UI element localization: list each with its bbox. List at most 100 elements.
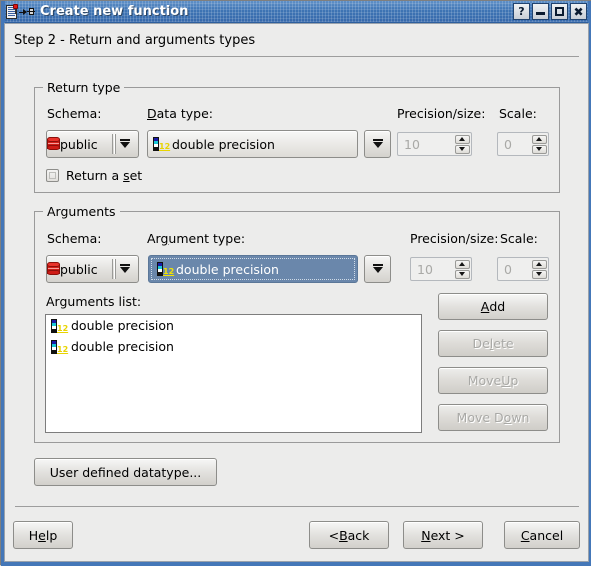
next-button[interactable]: Next > (403, 521, 483, 549)
caret-up-icon (536, 262, 542, 266)
argument-scale-down-button[interactable] (531, 269, 547, 279)
caret-down-icon (536, 147, 542, 151)
move-up-label-post: p (510, 373, 519, 388)
argument-schema-dropdown-arrow[interactable] (112, 256, 138, 282)
back-button[interactable]: < Back (309, 521, 389, 549)
delete-button-label-pre: De (472, 336, 490, 351)
next-label-rest: ext > (430, 527, 465, 543)
chevron-down-icon (119, 263, 131, 275)
argument-precision-spinner[interactable]: 10 (410, 257, 472, 281)
return-schema-dropdown-arrow[interactable] (112, 131, 138, 157)
return-schema-label: Schema: (47, 106, 102, 121)
argument-type-label-post: ument type: (168, 231, 246, 246)
chevron-down-icon (372, 263, 384, 275)
next-mnemonic-n: N (421, 527, 431, 543)
add-button[interactable]: Add (438, 293, 548, 320)
arguments-list-label: Arguments list: (46, 294, 142, 309)
add-button-label: dd (489, 299, 506, 314)
argument-scale-up-button[interactable] (531, 259, 547, 269)
footer-divider (15, 506, 579, 507)
return-datatype-combo[interactable]: 12 double precision (147, 130, 358, 158)
title-bar[interactable]: Create new function ? ✖ (1, 1, 591, 23)
move-up-mnemonic: U (501, 373, 511, 388)
return-precision-down-button[interactable] (454, 144, 470, 154)
list-item[interactable]: 12 double precision (46, 315, 421, 336)
return-precision-up-button[interactable] (454, 134, 470, 144)
return-a-set-checkbox[interactable] (46, 169, 59, 182)
list-item-label: double precision (71, 339, 174, 354)
argument-schema-value: public (60, 261, 98, 277)
cancel-label-post: ancel (529, 527, 564, 543)
help-mnemonic: e (38, 527, 46, 543)
datatype-icon: 12 (157, 262, 174, 276)
argument-type-value: double precision (176, 261, 279, 277)
argument-precision-value: 10 (417, 261, 433, 277)
cancel-mnemonic: C (520, 527, 530, 543)
database-icon (47, 262, 60, 276)
argument-precision-stepper[interactable] (453, 258, 471, 280)
window-controls: ? ✖ (513, 3, 587, 20)
add-button-mnemonic: A (480, 299, 490, 314)
back-label-pre: < (328, 527, 340, 543)
return-precision-spinner[interactable]: 10 (397, 132, 472, 156)
help-button[interactable]: He lp (13, 521, 73, 549)
create-new-function-dialog: Create new function ? ✖ Step 2 - Return … (0, 0, 591, 566)
back-label-post: ack (347, 527, 370, 543)
return-scale-value: 0 (504, 136, 512, 152)
argument-schema-combo[interactable]: public (46, 255, 139, 283)
return-scale-up-button[interactable] (531, 134, 547, 144)
arguments-group-label: Arguments (43, 204, 120, 219)
return-datatype-dropdown-button[interactable] (364, 130, 391, 158)
list-item[interactable]: 12 double precision (46, 336, 421, 357)
header-divider (15, 56, 579, 57)
help-window-button[interactable]: ? (513, 3, 530, 20)
database-icon (47, 137, 60, 151)
return-scale-down-button[interactable] (531, 144, 547, 154)
argument-scale-spinner[interactable]: 0 (497, 257, 549, 281)
return-datatype-mnemonic: D (147, 106, 157, 121)
list-item-label: double precision (71, 318, 174, 333)
minimize-window-button[interactable] (532, 3, 549, 20)
return-precision-value: 10 (404, 136, 420, 152)
delete-button-label-post: ete (493, 336, 514, 351)
return-precision-stepper[interactable] (453, 133, 471, 155)
return-scale-spinner[interactable]: 0 (497, 132, 549, 156)
return-datatype-label-rest: ata type: (156, 106, 213, 121)
return-precision-label: Precision/size: (397, 106, 486, 121)
close-icon: ✖ (573, 4, 584, 19)
argument-precision-down-button[interactable] (454, 269, 470, 279)
cancel-button[interactable]: Cancel (504, 521, 580, 549)
argument-type-combo[interactable]: 12 double precision (148, 255, 358, 283)
return-a-set-label-pre: Return a (66, 168, 124, 183)
back-mnemonic: B (339, 527, 348, 543)
caret-up-icon (536, 137, 542, 141)
help-label-post: lp (45, 527, 58, 543)
argument-type-label-pre: Ar (147, 231, 161, 246)
move-down-label-pre: Move D (456, 410, 504, 425)
return-schema-combo[interactable]: public (46, 130, 139, 158)
return-schema-value: public (60, 136, 98, 152)
argument-type-label: Argument type: (147, 231, 245, 246)
datatype-icon: 12 (51, 339, 68, 354)
caret-down-icon (459, 147, 465, 151)
return-scale-label: Scale: (499, 106, 537, 121)
return-a-set-label-post: et (129, 168, 143, 183)
return-datatype-value: double precision (172, 136, 275, 152)
step-header: Step 2 - Return and arguments types (5, 24, 588, 56)
argument-scale-label: Scale: (500, 231, 538, 246)
argument-precision-up-button[interactable] (454, 259, 470, 269)
argument-scale-stepper[interactable] (530, 258, 548, 280)
argument-schema-label: Schema: (47, 231, 102, 246)
maximize-window-button[interactable] (551, 3, 568, 20)
user-defined-datatype-button[interactable]: User defined datatype... (34, 458, 217, 486)
return-scale-stepper[interactable] (530, 133, 548, 155)
argument-type-dropdown-button[interactable] (364, 255, 391, 283)
caret-down-icon (459, 272, 465, 276)
close-window-button[interactable]: ✖ (570, 3, 587, 20)
caret-up-icon (459, 262, 465, 266)
step-title: Step 2 - Return and arguments types (14, 32, 256, 48)
move-up-button: Move Up (438, 367, 548, 394)
move-up-label-pre: Move (467, 373, 502, 388)
arguments-listbox[interactable]: 12 double precision 12 double precision (45, 314, 422, 433)
help-label-pre: H (28, 527, 39, 543)
